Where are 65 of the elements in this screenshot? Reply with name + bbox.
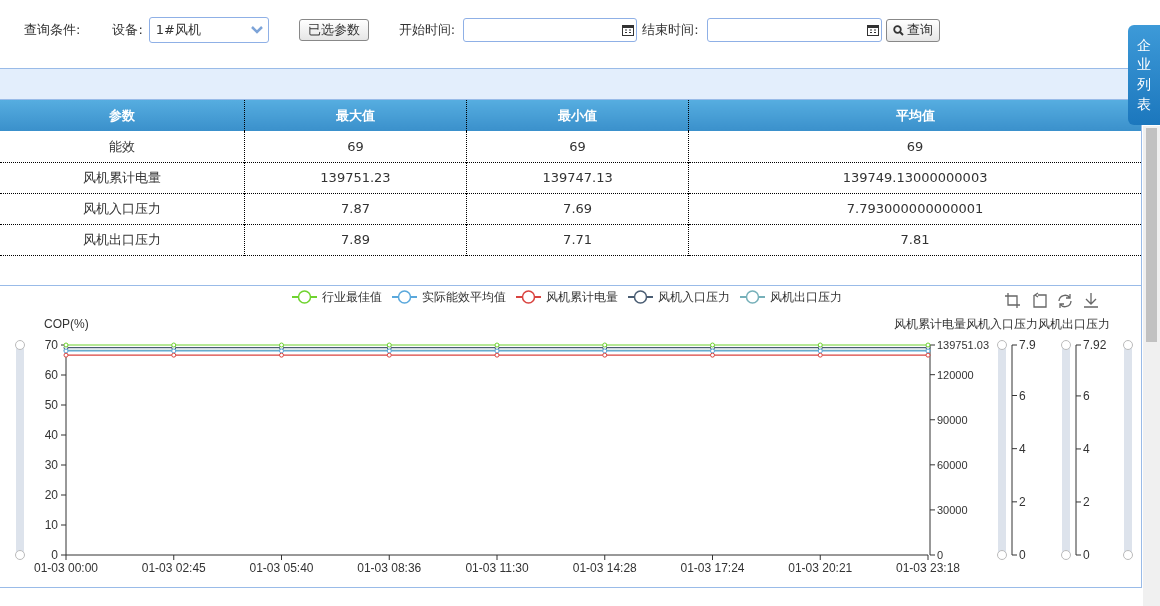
axis-label: 0 [937,549,944,561]
axis-label: 01-03 02:45 [141,561,206,575]
axis-label: 01-03 14:28 [572,561,637,575]
axis-label: 70 [44,338,58,352]
axis-title: 风机出口压力 [1038,317,1110,331]
axis-title: 风机入口压力 [966,317,1038,331]
legend-label: 风机累计电量 [546,290,618,304]
table-cell: 7.69 [466,193,689,224]
column-header: 参数 [0,100,245,131]
end-time-label: 结束时间: [642,21,699,40]
table-cell: 风机出口压力 [0,224,245,255]
axis-label: 120000 [937,368,974,381]
axis-label: 01-03 23:18 [895,561,961,575]
table-cell: 69 [244,131,467,162]
table-cell: 69 [466,131,689,162]
axis-label: 4 [1019,441,1026,456]
axis-label: 0 [51,548,58,562]
axis-label: 01-03 20:21 [788,561,853,575]
device-label: 设备: [112,21,143,40]
legend-label: 风机入口压力 [658,290,730,304]
axis-label: 40 [44,428,58,442]
axis-label: 60 [44,368,58,382]
table-cell: 能效 [0,131,245,162]
axis-label: 6 [1083,388,1090,403]
table-cell: 风机入口压力 [0,193,245,224]
legend-label: 风机出口压力 [770,290,842,304]
table-cell: 7.89 [244,224,467,255]
table-cell: 69 [688,131,1141,162]
axis-label: 30000 [937,503,968,516]
table-cell: 139747.13 [466,162,689,193]
table-cell: 7.793000000000001 [688,193,1141,224]
axis-label: 01-03 17:24 [680,561,745,575]
axis-label: 2 [1019,494,1026,509]
axis-label: 2 [1083,494,1090,509]
axis-label: 7.9 [1019,338,1036,352]
query-label: 查询条件: [24,21,81,40]
axis-label: 0 [1019,548,1026,562]
table-cell: 7.81 [688,224,1141,255]
axis-title: 风机累计电量 [894,317,966,331]
start-time-label: 开始时间: [398,21,456,40]
axis-label: 01-03 05:40 [249,561,314,575]
axis-label: 20 [44,488,58,502]
legend-label: 行业最佳值 [322,290,382,304]
axis-label: 90000 [937,413,968,426]
axis-label: 4 [1083,441,1090,456]
axis-label: 01-03 11:30 [465,561,529,575]
axis-label: 6 [1019,388,1026,403]
table-cell: 139749.13000000003 [688,162,1141,193]
axis-label: 0 [1083,548,1090,562]
table-cell: 139751.23 [244,162,467,193]
axis-label: 60000 [937,458,968,471]
column-header: 最大值 [244,100,467,131]
legend-label: 实际能效平均值 [422,290,506,304]
table-cell: 7.71 [466,224,689,255]
table-cell: 7.87 [244,193,467,224]
axis-label: 7.92 [1083,338,1107,352]
axis-title: COP(%) [44,317,89,331]
axis-label: 01-03 08:36 [357,561,422,575]
axis-label: 30 [44,458,58,472]
table-cell: 风机累计电量 [0,162,245,193]
axis-label: 10 [44,518,58,532]
axis-label: 139751.03 [937,339,989,351]
axis-label: 50 [44,398,58,412]
column-header: 最小值 [466,100,689,131]
axis-label: 01-03 00:00 [33,561,99,575]
